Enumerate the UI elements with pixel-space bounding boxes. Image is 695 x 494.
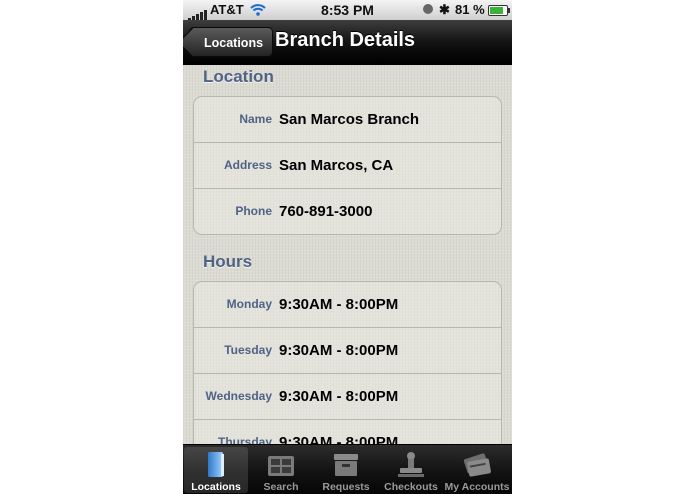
tab-search[interactable]: Search [249,447,313,493]
stamp-icon [379,450,443,480]
navigation-bar: Locations Branch Details [183,20,512,65]
inbox-tray-icon [314,450,378,480]
book-icon [184,450,248,480]
tab-label: Checkouts [384,481,438,493]
catalog-icon [249,450,313,480]
page-title: Branch Details [275,29,416,51]
row-value: San Marcos, CA [279,157,394,174]
location-phone-row[interactable]: Phone 760-891-3000 [194,189,501,234]
location-address-row[interactable]: Address San Marcos, CA [194,143,501,189]
phone-screen: AT&T 8:53 PM ✱ 81 % Locations Branch Det… [183,0,512,494]
tab-requests[interactable]: Requests [314,447,378,493]
row-label: Phone [235,204,272,218]
cards-icon [445,450,509,480]
back-button[interactable]: Locations [189,27,274,57]
row-label: Name [239,112,272,126]
location-section-header: Location [203,67,274,86]
tab-label: My Accounts [444,481,510,493]
hours-row: Wednesday 9:30AM - 8:00PM [194,374,501,420]
tab-my-accounts[interactable]: My Accounts [445,447,509,493]
hours-row: Monday 9:30AM - 8:00PM [194,282,501,328]
row-value: 760-891-3000 [279,203,373,220]
hours-value: 9:30AM - 8:00PM [279,342,399,359]
battery-percent: 81 % [455,2,485,17]
status-bar: AT&T 8:53 PM ✱ 81 % [183,0,512,21]
hours-section-header: Hours [203,252,253,271]
tab-checkouts[interactable]: Checkouts [379,447,443,493]
day-label: Tuesday [224,343,272,357]
row-value: San Marcos Branch [279,111,420,128]
day-label: Monday [226,297,272,311]
tab-bar: Locations Search Requests Checkouts My A… [183,444,512,494]
hours-row: Tuesday 9:30AM - 8:00PM [194,328,501,374]
tab-locations[interactable]: Locations [184,447,248,493]
location-group: Name San Marcos Branch Address San Marco… [193,96,502,235]
battery-icon [488,5,510,16]
battery-level-fill [490,7,503,14]
hours-group: Monday 9:30AM - 8:00PM Tuesday 9:30AM - … [193,281,502,456]
rotation-lock-icon [423,4,433,14]
location-name-row: Name San Marcos Branch [194,97,501,143]
row-label: Address [223,158,272,172]
hours-value: 9:30AM - 8:00PM [279,388,399,405]
hours-value: 9:30AM - 8:00PM [279,296,399,313]
back-button-label: Locations [204,36,264,50]
day-label: Wednesday [205,389,272,403]
bluetooth-icon: ✱ [439,2,450,17]
